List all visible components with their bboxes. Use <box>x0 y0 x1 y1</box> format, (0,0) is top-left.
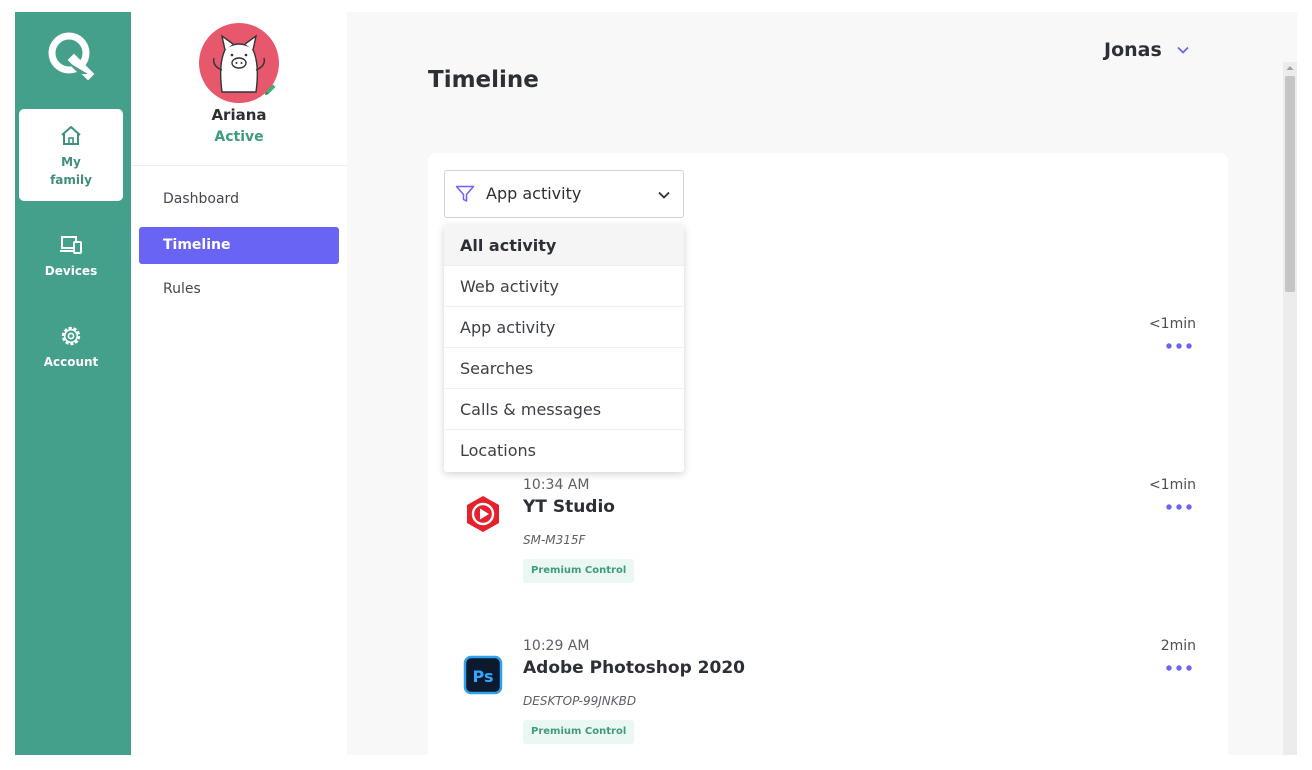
yt-studio-icon <box>467 496 499 532</box>
premium-control-badge: Premium Control <box>523 559 635 583</box>
dropdown-option-calls-messages[interactable]: Calls & messages <box>444 389 684 430</box>
dropdown-option-searches[interactable]: Searches <box>444 348 684 389</box>
more-options-icon[interactable] <box>1164 502 1194 512</box>
devices-icon <box>60 236 82 254</box>
user-menu[interactable]: Jonas <box>1104 38 1190 62</box>
svg-text:Ps: Ps <box>473 667 494 686</box>
dropdown-option-all-activity[interactable]: All activity <box>444 225 684 266</box>
gear-icon <box>61 326 81 346</box>
chevron-down-icon <box>1177 46 1189 54</box>
dropdown-option-app-activity[interactable]: App activity <box>444 307 684 348</box>
entry-time: 10:34 AM <box>523 477 590 493</box>
filter-selected-value: App activity <box>486 184 582 203</box>
filter-icon <box>455 185 475 202</box>
activity-filter-select[interactable]: App activity <box>444 170 684 218</box>
more-options-icon[interactable] <box>1164 663 1194 673</box>
timeline-card: App activity <1min 10:34 AM YT Studio SM… <box>428 153 1228 755</box>
nav-dashboard[interactable]: Dashboard <box>139 181 339 218</box>
entry-app-name: Adobe Photoshop 2020 <box>523 658 745 678</box>
profile-status: Active <box>214 129 264 145</box>
entry-device: DESKTOP-99JNKBD <box>523 694 637 708</box>
edit-pencil-icon[interactable] <box>262 82 278 98</box>
chevron-down-icon <box>658 191 670 199</box>
profile-panel: Ariana Active Dashboard Timeline Rules <box>131 12 347 755</box>
rail-item-my-family[interactable]: My family <box>19 109 123 201</box>
timeline-entry: 10:34 AM YT Studio SM-M315F Premium Cont… <box>428 476 1228 616</box>
page-title: Timeline <box>428 67 539 93</box>
entry-duration: <1min <box>1148 316 1196 332</box>
rail-item-account[interactable]: Account <box>19 323 123 371</box>
app-logo-icon <box>48 32 95 81</box>
rail-item-label: Account <box>43 355 99 369</box>
entry-device: SM-M315F <box>523 533 586 547</box>
more-options-icon[interactable] <box>1164 341 1194 351</box>
entry-app-name: YT Studio <box>523 497 615 517</box>
home-icon <box>61 126 81 145</box>
app-window: My family Devices Account Ariana Active … <box>15 12 1297 755</box>
user-name: Jonas <box>1104 39 1162 61</box>
entry-duration: <1min <box>1148 477 1196 493</box>
nav-rules[interactable]: Rules <box>139 271 339 308</box>
nav-timeline[interactable]: Timeline <box>139 227 339 264</box>
entry-time: 10:29 AM <box>523 638 590 654</box>
timeline-entry: Ps 10:29 AM Adobe Photoshop 2020 DESKTOP… <box>428 637 1228 755</box>
rail-item-devices[interactable]: Devices <box>19 232 123 280</box>
activity-filter-dropdown: All activity Web activity App activity S… <box>444 225 684 472</box>
scrollbar-thumb[interactable] <box>1285 76 1295 292</box>
divider <box>131 165 347 166</box>
page-scrollbar[interactable] <box>1283 62 1297 755</box>
rail-item-label: Devices <box>44 264 98 278</box>
main-rail: My family Devices Account <box>15 12 131 755</box>
profile-name: Ariana <box>211 106 267 124</box>
scroll-up-arrow-icon[interactable] <box>1286 64 1294 72</box>
dropdown-option-web-activity[interactable]: Web activity <box>444 266 684 307</box>
entry-duration: 2min <box>1160 638 1196 654</box>
rail-item-label: My family <box>50 155 92 187</box>
photoshop-icon: Ps <box>463 655 503 695</box>
premium-control-badge: Premium Control <box>523 720 635 744</box>
dropdown-option-locations[interactable]: Locations <box>444 430 684 471</box>
